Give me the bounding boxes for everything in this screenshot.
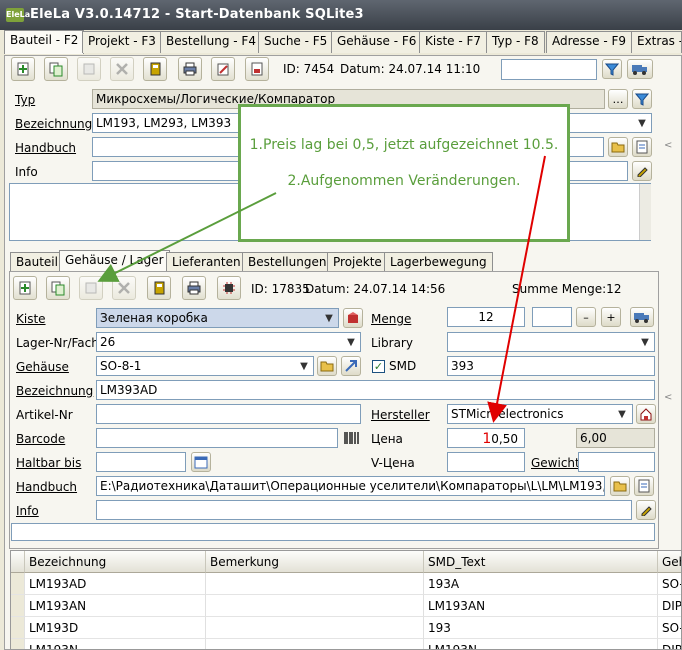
red-arrow [487, 155, 546, 423]
annotation-arrows [97, 155, 546, 423]
green-arrow [97, 192, 277, 282]
